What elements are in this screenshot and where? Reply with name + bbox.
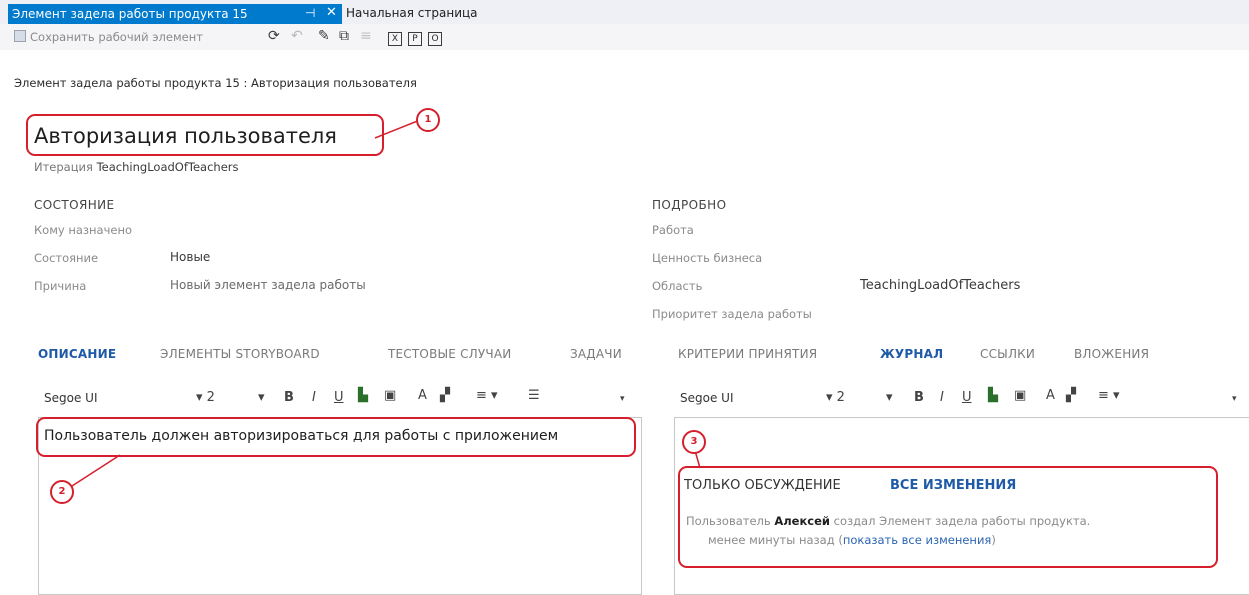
history-callout: [678, 466, 1218, 568]
annotation-marker-1: 1: [416, 108, 440, 132]
title-callout: [26, 114, 384, 156]
description-callout: [36, 417, 636, 457]
annotation-marker-2: 2: [50, 480, 74, 504]
annotation-marker-3: 3: [682, 430, 706, 454]
